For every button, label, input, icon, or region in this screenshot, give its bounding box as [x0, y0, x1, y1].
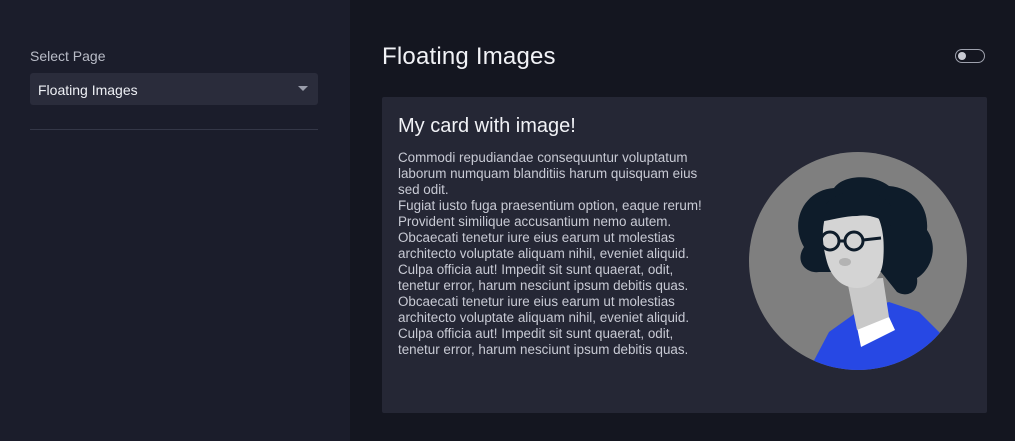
- page-title: Floating Images: [382, 43, 556, 70]
- card-text-line: tenetur error, harum nesciunt ipsum debi…: [398, 342, 689, 357]
- page-select-value: Floating Images: [38, 82, 138, 98]
- sidebar: Select Page Floating Images: [0, 0, 350, 441]
- card-text-line: architecto voluptate aliquam nihil, even…: [398, 310, 690, 325]
- image-card: My card with image! Commodi repudiandae …: [382, 97, 987, 413]
- card-text-line: Culpa officia aut! Impedit sit sunt quae…: [398, 326, 674, 341]
- card-title: My card with image!: [398, 115, 576, 137]
- card-text-line: Commodi repudiandae consequuntur volupta…: [398, 150, 688, 165]
- sidebar-divider: [30, 129, 318, 130]
- app-root: Select Page Floating Images Floating Ima…: [0, 0, 1015, 441]
- woman-with-glasses-illustration-icon: [749, 152, 967, 370]
- card-text-line: sed odit.: [398, 182, 449, 197]
- card-text-line: Culpa officia aut! Impedit sit sunt quae…: [398, 262, 674, 277]
- page-select[interactable]: Floating Images: [30, 73, 318, 105]
- select-page-label: Select Page: [30, 48, 106, 64]
- card-text-line: laborum numquam blanditiis harum quisqua…: [398, 166, 698, 181]
- chevron-down-icon: [298, 86, 308, 91]
- card-text-line: Obcaecati tenetur iure eius earum ut mol…: [398, 230, 675, 245]
- card-text-line: tenetur error, harum nesciunt ipsum debi…: [398, 278, 689, 293]
- main-content: Floating Images My card with image! Comm…: [350, 0, 1015, 441]
- card-text-line: architecto voluptate aliquam nihil, even…: [398, 246, 690, 261]
- card-body-text: Commodi repudiandae consequuntur volupta…: [398, 150, 738, 358]
- toggle-knob: [958, 51, 966, 60]
- theme-toggle[interactable]: [955, 49, 985, 63]
- card-text-line: Fugiat iusto fuga praesentium option, ea…: [398, 198, 702, 213]
- card-text-line: Obcaecati tenetur iure eius earum ut mol…: [398, 294, 675, 309]
- card-text-line: Provident similique accusantium nemo aut…: [398, 214, 672, 229]
